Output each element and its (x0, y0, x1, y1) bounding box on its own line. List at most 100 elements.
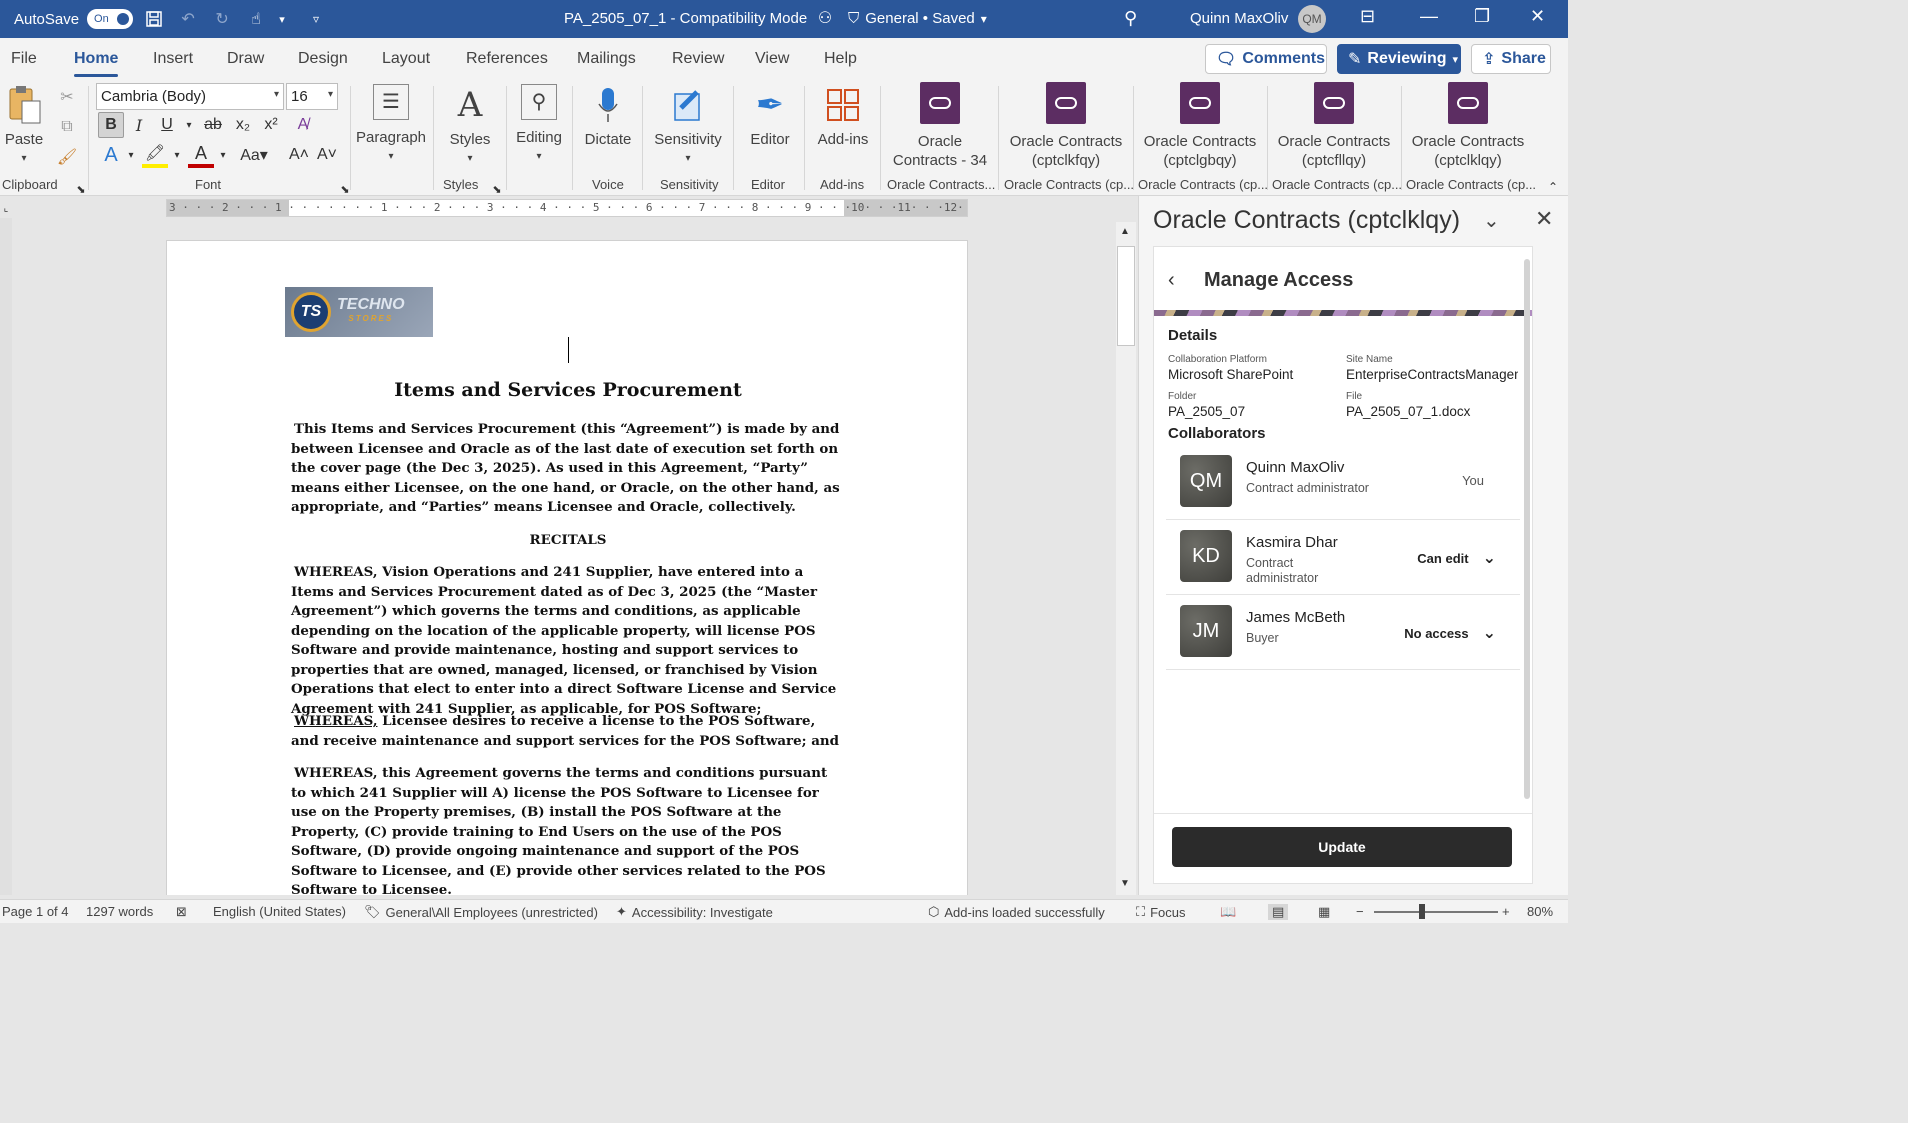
tab-design[interactable]: Design (298, 50, 348, 68)
sensitivity-button[interactable]: Sensitivity ▾ (650, 84, 726, 168)
chevron-down-icon[interactable]: ▾ (210, 142, 236, 168)
chevron-down-icon[interactable]: ▾ (176, 112, 202, 138)
touch-mode-icon[interactable]: ☝ (243, 6, 269, 32)
addins-icon: ⬡ (928, 904, 940, 919)
oracle-contracts-cptclkfqy-button[interactable]: Oracle Contracts (cptclkfqy) (1004, 82, 1128, 170)
oracle-contracts-cptclklqy-button[interactable]: Oracle Contracts (cptclklqy) (1406, 82, 1530, 170)
addins-button[interactable]: Add-ins (812, 84, 874, 149)
word-count[interactable]: 1297 words (86, 904, 153, 919)
clipboard-launcher-icon[interactable]: ⬊ (68, 176, 94, 202)
zoom-level[interactable]: 80% (1527, 904, 1553, 919)
subscript-button[interactable]: x₂ (230, 112, 256, 138)
access-dropdown[interactable]: Can edit ⌄ (1417, 548, 1496, 568)
chevron-down-icon[interactable]: ▾ (118, 142, 144, 168)
paste-button[interactable]: Paste ▾ (4, 84, 44, 168)
oracle-contracts-cptcfllqy-button[interactable]: Oracle Contracts (cptcfllqy) (1272, 82, 1396, 170)
tab-view[interactable]: View (755, 50, 789, 68)
focus-button[interactable]: ⛶ Focus (1136, 904, 1186, 920)
user-name[interactable]: Quinn MaxOliv (1190, 10, 1288, 27)
proofing-icon[interactable]: ⊠ (176, 904, 187, 920)
clear-formatting-icon[interactable]: A̸ (290, 112, 316, 138)
close-icon[interactable]: ✕ (1535, 206, 1553, 232)
font-name-select[interactable]: Cambria (Body) ▾ (96, 83, 284, 110)
tab-review[interactable]: Review (672, 50, 724, 68)
cut-icon[interactable]: ✂ (54, 84, 80, 110)
ribbon-display-icon[interactable]: ⊟ (1360, 6, 1375, 27)
document-scrollbar[interactable]: ▲ ▼ (1116, 222, 1136, 895)
save-icon[interactable] (141, 6, 167, 32)
horizontal-ruler[interactable]: 3 · · · 2 · · · 1 · · · · · · · 1 · · · … (166, 199, 968, 217)
zoom-slider-thumb[interactable] (1419, 904, 1425, 919)
accessibility-status[interactable]: ✦ Accessibility: Investigate (616, 904, 773, 920)
search-icon[interactable]: ⚲ (1124, 8, 1137, 29)
scroll-down-icon[interactable]: ▼ (1120, 878, 1130, 889)
editing-button[interactable]: ⚲ Editing ▾ (510, 82, 568, 166)
chevron-down-icon: ▾ (467, 153, 473, 164)
oracle-contracts-cptclgbqy-button[interactable]: Oracle Contracts (cptclgbqy) (1138, 82, 1262, 170)
pane-scrollbar[interactable] (1524, 259, 1530, 799)
chevron-down-icon[interactable]: ⌄ (1483, 208, 1500, 233)
paragraph-button[interactable]: ☰ Paragraph ▾ (356, 82, 426, 166)
scroll-thumb[interactable] (1117, 246, 1135, 346)
font-size-select[interactable]: 16 ▾ (286, 83, 338, 110)
editor-pen-icon: ✒ (755, 85, 785, 124)
redo-icon[interactable]: ↻ (209, 6, 235, 32)
superscript-button[interactable]: x² (258, 112, 284, 138)
read-mode-icon[interactable]: 📖 (1220, 904, 1236, 920)
zoom-slider[interactable] (1374, 911, 1498, 913)
oracle-contracts-34-button[interactable]: Oracle Contracts - 34 (888, 82, 992, 170)
autosave-toggle[interactable]: On (87, 9, 134, 29)
shrink-font-button[interactable]: A˅ (314, 142, 340, 168)
back-icon[interactable]: ‹ (1168, 269, 1175, 292)
sensitivity-status[interactable]: ⛉ General • Saved ▾ (848, 10, 987, 27)
dictate-button[interactable]: Dictate (580, 84, 636, 149)
language-status[interactable]: English (United States) (213, 904, 346, 919)
tab-mailings[interactable]: Mailings (577, 50, 636, 68)
addins-status[interactable]: ⬡ Add-ins loaded successfully (928, 904, 1105, 920)
tab-home[interactable]: Home (74, 50, 119, 77)
tab-file[interactable]: File (11, 50, 37, 68)
chevron-down-icon[interactable]: ▾ (164, 142, 190, 168)
tab-selector-icon[interactable]: ⌞ (0, 198, 12, 218)
tab-help[interactable]: Help (824, 50, 857, 68)
grow-font-button[interactable]: A˄ (286, 142, 312, 168)
tab-references[interactable]: References (466, 50, 548, 68)
access-dropdown[interactable]: No access ⌄ (1404, 623, 1496, 643)
page-count[interactable]: Page 1 of 4 (2, 904, 69, 919)
document-page[interactable]: TS TECHNO STORES Items and Services Procu… (166, 240, 968, 895)
comments-button[interactable]: 🗨 Comments (1205, 44, 1327, 74)
autosave-label: AutoSave (14, 10, 80, 28)
sensitivity-label-status[interactable]: 🏷 General\All Employees (unrestricted) (364, 904, 598, 920)
share-button[interactable]: ⇪ Share (1471, 44, 1551, 74)
coauthor-icon[interactable]: ⚇ (812, 5, 838, 31)
copy-icon[interactable]: ⧉ (54, 114, 80, 140)
change-case-button[interactable]: Aa▾ (236, 142, 272, 168)
close-icon[interactable]: ✕ (1530, 6, 1545, 27)
customize-toolbar-icon[interactable]: ▿ (303, 6, 329, 32)
bold-button[interactable]: B (98, 112, 124, 138)
tab-layout[interactable]: Layout (382, 50, 430, 68)
avatar[interactable]: QM (1298, 5, 1326, 33)
update-button[interactable]: Update (1172, 827, 1512, 867)
editor-button[interactable]: ✒ Editor (742, 84, 798, 149)
styles-button[interactable]: A Styles ▾ (442, 84, 498, 168)
document-canvas[interactable]: TS TECHNO STORES Items and Services Procu… (12, 218, 1116, 895)
tab-insert[interactable]: Insert (153, 50, 193, 68)
touch-dropdown-icon[interactable]: ▾ (269, 6, 295, 32)
italic-button[interactable]: I (126, 112, 152, 138)
reviewing-button[interactable]: ✎ Reviewing ▾ (1337, 44, 1461, 74)
undo-icon[interactable]: ↶ (175, 6, 201, 32)
web-layout-icon[interactable]: ▦ (1318, 904, 1330, 920)
zoom-in-icon[interactable]: + (1502, 904, 1510, 919)
print-layout-icon[interactable]: ▤ (1268, 904, 1289, 920)
minimize-icon[interactable]: — (1420, 6, 1438, 27)
restore-icon[interactable]: ❐ (1474, 6, 1490, 27)
strikethrough-button[interactable]: ab (200, 112, 226, 138)
format-painter-icon[interactable]: 🖌 (54, 144, 80, 170)
document-title[interactable]: PA_2505_07_1 - Compatibility Mode (564, 10, 807, 27)
zoom-out-icon[interactable]: − (1356, 904, 1364, 919)
scroll-up-icon[interactable]: ▲ (1120, 226, 1130, 237)
tab-draw[interactable]: Draw (227, 50, 264, 68)
oracle-icon (920, 82, 960, 124)
vertical-ruler[interactable] (0, 218, 12, 895)
